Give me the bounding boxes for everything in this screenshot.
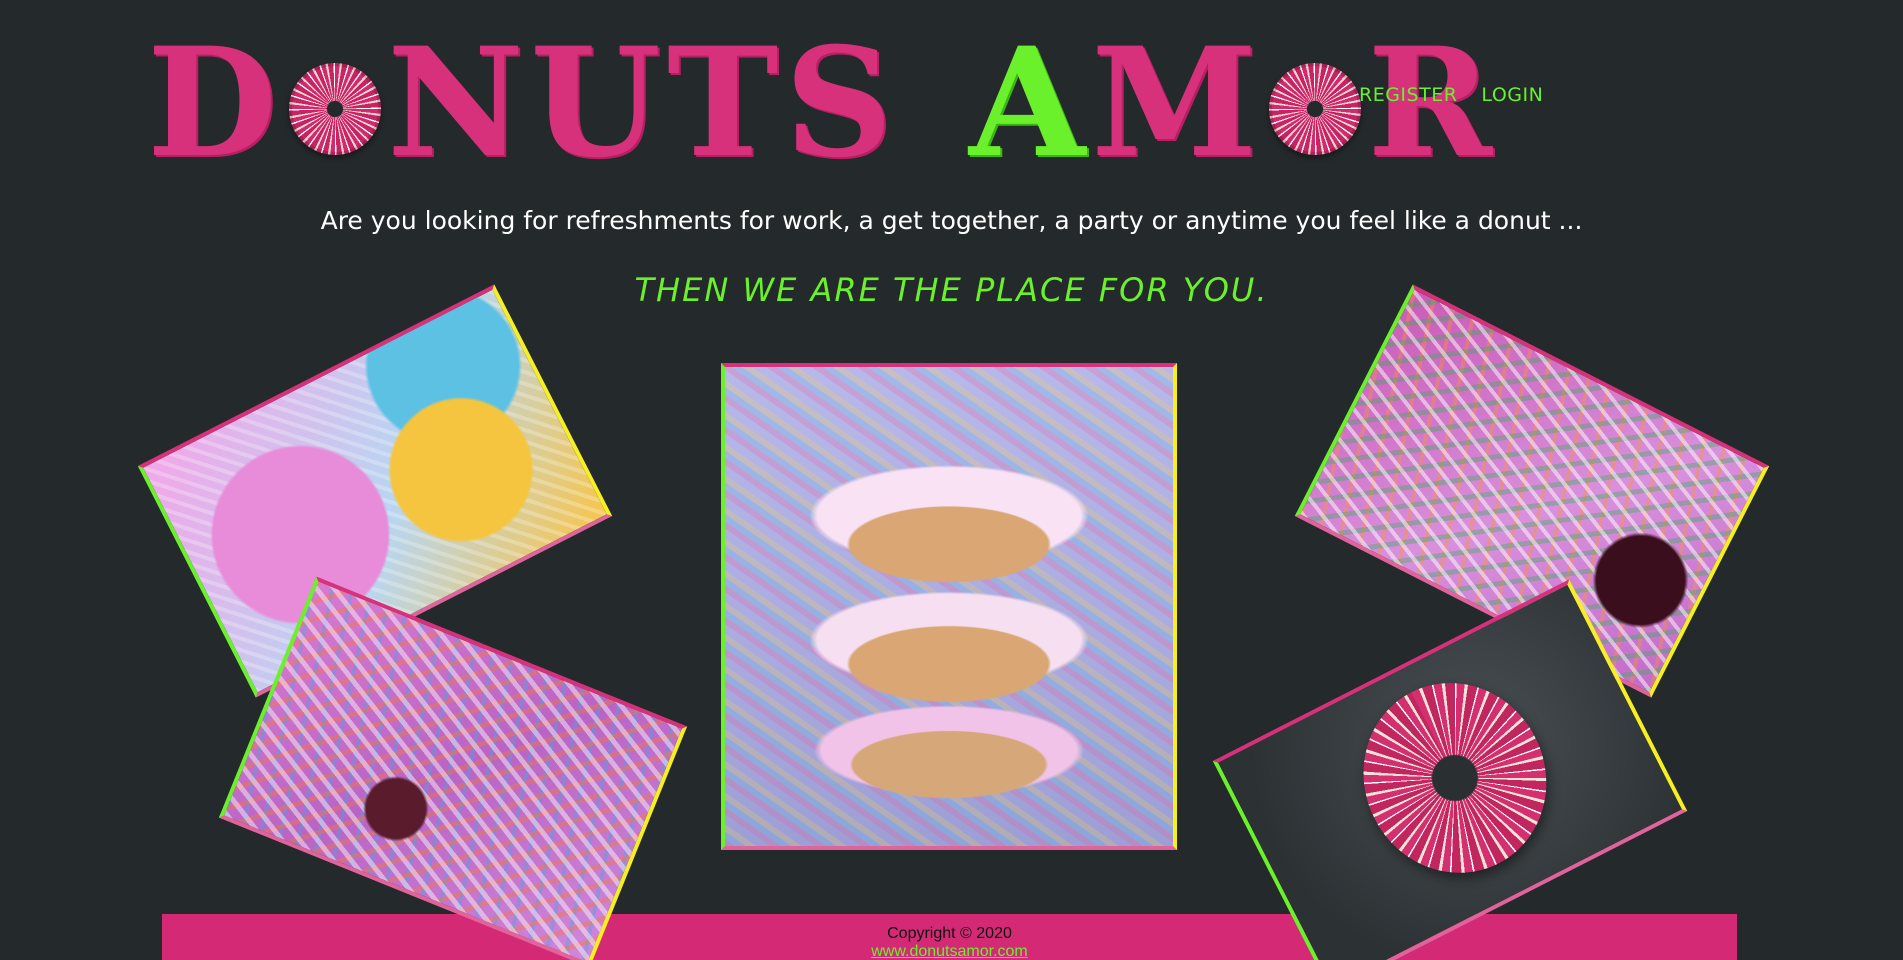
donut-photo-center [721,363,1177,850]
site-footer: Copyright © 2020 www.donutsamor.com [162,914,1737,960]
logo-word-donuts: D NUTS [147,28,899,178]
copyright-text: Copyright © 2020 [887,925,1012,942]
website-link[interactable]: www.donutsamor.com [162,943,1737,960]
top-nav: REGISTER LOGIN [1359,84,1543,106]
page: D NUTS A M R REGISTER LOGIN Are you look… [0,0,1903,960]
tagline: THEN WE ARE THE PLACE FOR YOU. [634,271,1269,309]
register-link[interactable]: REGISTER [1359,84,1457,106]
donut-image [224,581,682,960]
logo-letter-m: M [1091,15,1264,191]
donut-o-icon [289,63,382,155]
donut-stack-image [725,367,1173,846]
logo-letters-nuts: NUTS [387,15,899,191]
intro-text: Are you looking for refreshments for wor… [320,206,1583,235]
logo-letter-d: D [147,15,284,191]
logo-letter-a: A [968,15,1092,191]
site-logo[interactable]: D NUTS A M R [147,28,1498,178]
login-link[interactable]: LOGIN [1481,84,1543,106]
donut-o-icon [1269,63,1362,155]
